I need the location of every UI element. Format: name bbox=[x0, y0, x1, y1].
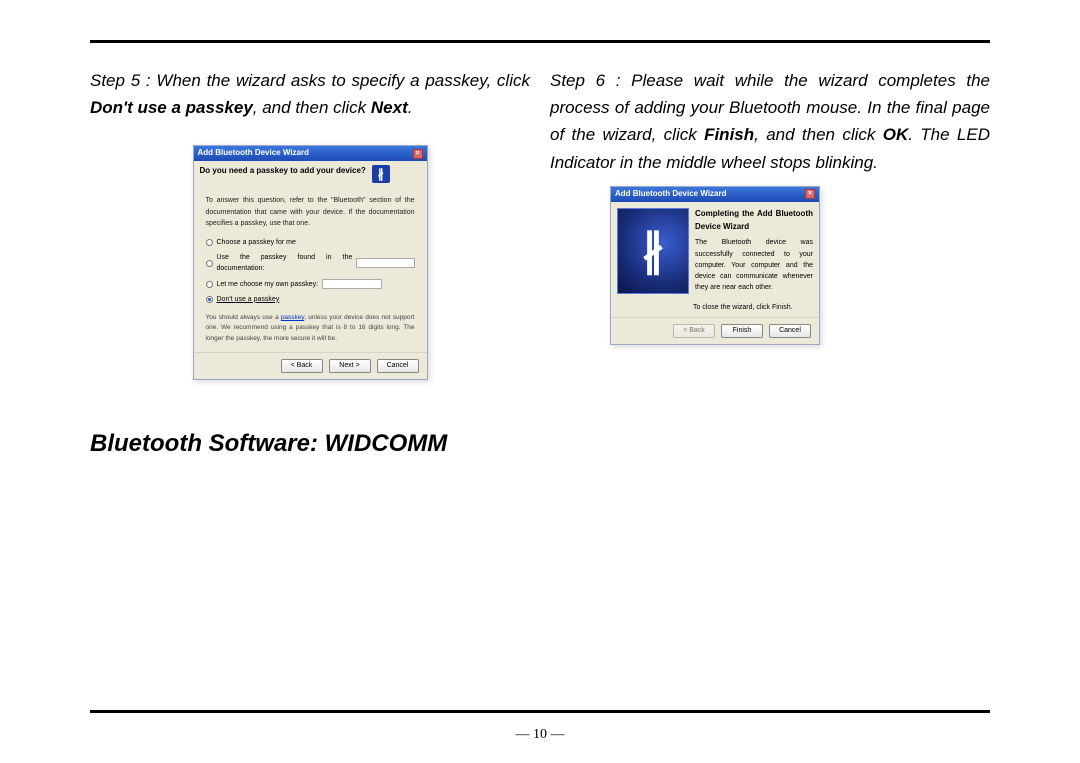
passkey-opt3-input[interactable] bbox=[322, 279, 382, 289]
finish-dialog-heading: Completing the Add Bluetooth Device Wiza… bbox=[695, 208, 813, 234]
passkey-opt3[interactable]: Let me choose my own passkey: bbox=[202, 277, 419, 292]
passkey-opt4-label: Don't use a passkey bbox=[217, 294, 280, 305]
passkey-dialog-title: Add Bluetooth Device Wizard bbox=[198, 147, 310, 160]
passkey-dialog-titlebar: Add Bluetooth Device Wizard × bbox=[194, 146, 427, 161]
cancel-button[interactable]: Cancel bbox=[769, 324, 811, 338]
radio-selected-icon bbox=[206, 296, 213, 303]
step6-text: Step 6 : Please wait while the wizard co… bbox=[550, 67, 990, 176]
passkey-opt2-label: Use the passkey found in the documentati… bbox=[217, 252, 353, 274]
finish-dialog-foot: To close the wizard, click Finish. bbox=[611, 300, 819, 317]
step5-mid: , and then click bbox=[253, 98, 371, 117]
finish-dialog-body: ∦ Completing the Add Bluetooth Device Wi… bbox=[611, 202, 819, 300]
passkey-dialog-heading: Do you need a passkey to add your device… bbox=[200, 165, 366, 178]
passkey-dialog-heading-row: Do you need a passkey to add your device… bbox=[194, 161, 427, 187]
passkey-opt2-input[interactable] bbox=[356, 258, 414, 268]
passkey-dialog-buttons: < Back Next > Cancel bbox=[194, 352, 427, 379]
note-pre: You should always use a bbox=[206, 314, 281, 321]
left-column: Step 5 : When the wizard asks to specify… bbox=[90, 67, 530, 390]
passkey-opt3-label: Let me choose my own passkey: bbox=[217, 279, 319, 290]
finish-dialog-buttons: < Back Finish Cancel bbox=[611, 317, 819, 344]
passkey-opt2[interactable]: Use the passkey found in the documentati… bbox=[202, 250, 419, 276]
right-column: Step 6 : Please wait while the wizard co… bbox=[550, 67, 990, 390]
page-number: — 10 — bbox=[0, 727, 1080, 743]
bluetooth-panel: ∦ bbox=[617, 208, 689, 294]
step6-mid: , and then click bbox=[754, 125, 883, 144]
passkey-opt4[interactable]: Don't use a passkey bbox=[202, 292, 419, 307]
section-heading: Bluetooth Software: WIDCOMM bbox=[90, 430, 990, 458]
step5-suffix: . bbox=[408, 98, 413, 117]
passkey-dialog-body: To answer this question, refer to the "B… bbox=[194, 187, 427, 352]
step5-prefix: Step 5 : When the wizard asks to specify… bbox=[90, 71, 530, 90]
passkey-opt1-label: Choose a passkey for me bbox=[217, 237, 296, 248]
passkey-dialog-desc: To answer this question, refer to the "B… bbox=[202, 193, 419, 235]
passkey-link[interactable]: passkey bbox=[281, 314, 304, 321]
close-icon[interactable]: × bbox=[805, 189, 815, 199]
passkey-dialog: Add Bluetooth Device Wizard × Do you nee… bbox=[193, 145, 428, 380]
passkey-dialog-note: You should always use a passkey, unless … bbox=[202, 307, 419, 346]
step5-bold1: Don't use a passkey bbox=[90, 98, 253, 117]
step5-bold2: Next bbox=[371, 98, 408, 117]
finish-dialog: Add Bluetooth Device Wizard × ∦ Completi… bbox=[610, 186, 820, 345]
radio-icon bbox=[206, 239, 213, 246]
step5-text: Step 5 : When the wizard asks to specify… bbox=[90, 67, 530, 121]
back-button: < Back bbox=[673, 324, 715, 338]
passkey-opt1[interactable]: Choose a passkey for me bbox=[202, 235, 419, 250]
content-columns: Step 5 : When the wizard asks to specify… bbox=[90, 67, 990, 390]
finish-dialog-body-text: The Bluetooth device was successfully co… bbox=[695, 237, 813, 293]
radio-icon bbox=[206, 281, 213, 288]
bluetooth-glyph: ∦ bbox=[378, 165, 384, 184]
bluetooth-icon: ∦ bbox=[372, 165, 390, 183]
finish-dialog-titlebar: Add Bluetooth Device Wizard × bbox=[611, 187, 819, 202]
finish-dialog-text: Completing the Add Bluetooth Device Wiza… bbox=[695, 208, 813, 294]
step6-bold2: OK bbox=[883, 125, 909, 144]
finish-button[interactable]: Finish bbox=[721, 324, 763, 338]
top-rule bbox=[90, 40, 990, 43]
finish-dialog-title: Add Bluetooth Device Wizard bbox=[615, 188, 727, 201]
bluetooth-large-icon: ∦ bbox=[642, 229, 664, 273]
radio-icon bbox=[206, 260, 213, 267]
bottom-rule bbox=[90, 710, 990, 713]
next-button[interactable]: Next > bbox=[329, 359, 371, 373]
back-button[interactable]: < Back bbox=[281, 359, 323, 373]
step6-bold1: Finish bbox=[704, 125, 754, 144]
close-icon[interactable]: × bbox=[413, 149, 423, 159]
cancel-button[interactable]: Cancel bbox=[377, 359, 419, 373]
